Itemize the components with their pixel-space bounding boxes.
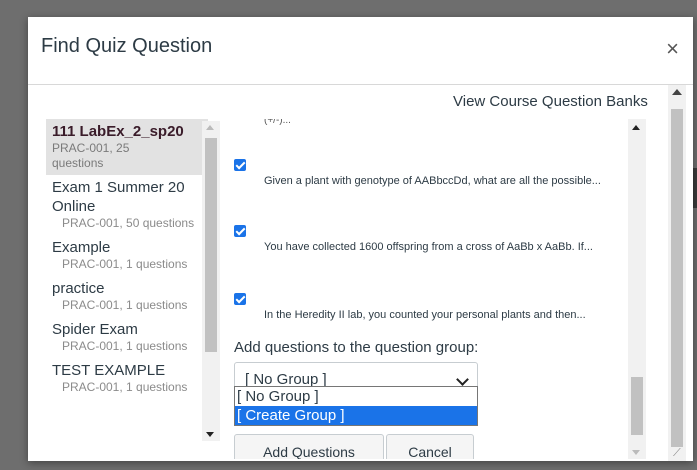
bank-name: 111 LabEx_2_sp20	[52, 123, 184, 140]
bank-name: TEST EXAMPLE	[52, 362, 166, 379]
dialog-title: Find Quiz Question	[41, 35, 213, 57]
bank-meta: PRAC-001, 1 questions	[62, 339, 188, 353]
scroll-thumb[interactable]	[205, 138, 217, 352]
question-list-scrollbar[interactable]	[628, 119, 646, 459]
scroll-thumb[interactable]	[631, 377, 643, 435]
bank-item-spider-exam[interactable]: Spider Exam PRAC-001, 1 questions	[46, 317, 208, 358]
chevron-down-icon	[456, 373, 469, 386]
question-checkbox[interactable]	[234, 293, 246, 305]
bank-meta: PRAC-001, 1 questions	[62, 257, 188, 271]
question-group-dropdown: [ No Group ] [ Create Group ]	[234, 386, 478, 426]
resize-handle-icon[interactable]: ⟋	[673, 447, 681, 460]
clipped-question-text: (+/-)...	[264, 119, 291, 126]
dialog-header: Find Quiz Question ×	[28, 17, 693, 85]
scroll-thumb[interactable]	[671, 109, 683, 447]
add-questions-button[interactable]: Add Questions	[234, 434, 384, 459]
scroll-up-arrow-icon[interactable]	[206, 125, 214, 130]
bank-item-111-labex[interactable]: 111 LabEx_2_sp20 PRAC-001, 25 questions	[46, 119, 208, 175]
bank-item-exam-1[interactable]: Exam 1 Summer 20 Online PRAC-001, 50 que…	[46, 175, 208, 235]
dropdown-option-create-group[interactable]: [ Create Group ]	[235, 406, 477, 425]
question-text: In the Heredity II lab, you counted your…	[264, 309, 586, 321]
bank-meta: PRAC-001, 1 questions	[62, 298, 188, 312]
bank-item-practice[interactable]: practice PRAC-001, 1 questions	[46, 276, 208, 317]
bank-item-example[interactable]: Example PRAC-001, 1 questions	[46, 235, 208, 276]
scroll-down-arrow-icon[interactable]	[632, 450, 640, 455]
question-checkbox[interactable]	[234, 159, 246, 171]
question-checkbox[interactable]	[234, 225, 246, 237]
bank-meta: PRAC-001, 1 questions	[62, 380, 188, 394]
scroll-up-arrow-icon[interactable]	[672, 89, 682, 95]
cancel-button[interactable]: Cancel	[386, 434, 474, 459]
close-icon[interactable]: ×	[666, 38, 679, 60]
bank-item-test-example[interactable]: TEST EXAMPLE PRAC-001, 1 questions	[46, 358, 208, 399]
scroll-up-arrow-icon[interactable]	[632, 125, 640, 130]
bank-name: Example	[52, 239, 111, 256]
scroll-down-arrow-icon[interactable]	[206, 432, 214, 437]
bank-meta: PRAC-001, 25 questions	[52, 141, 130, 170]
question-bank-list: 111 LabEx_2_sp20 PRAC-001, 25 questions …	[46, 119, 222, 459]
dialog-scrollbar[interactable]	[668, 85, 686, 461]
bank-name: practice	[52, 280, 105, 297]
view-course-question-banks-link[interactable]: View Course Question Banks	[453, 93, 648, 110]
bank-name: Spider Exam	[52, 321, 138, 338]
question-group-label: Add questions to the question group:	[234, 339, 479, 356]
bank-meta: PRAC-001, 50 questions	[62, 216, 195, 230]
bank-list-scrollbar[interactable]	[202, 121, 220, 441]
question-text: Given a plant with genotype of AABbccDd,…	[264, 175, 601, 187]
dropdown-option-no-group[interactable]: [ No Group ]	[235, 387, 477, 406]
bank-name: Exam 1 Summer 20 Online	[52, 179, 185, 215]
question-text: You have collected 1600 offspring from a…	[264, 241, 593, 253]
